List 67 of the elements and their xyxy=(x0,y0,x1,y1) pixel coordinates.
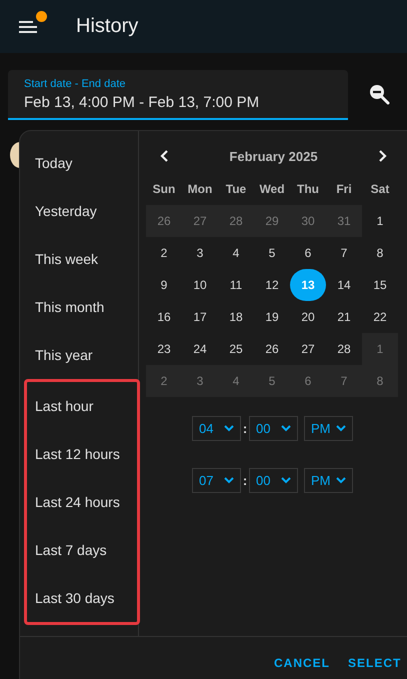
weekday-label: Sun xyxy=(152,181,176,198)
calendar-day[interactable]: 6 xyxy=(293,238,323,268)
page-title: History xyxy=(76,15,138,38)
menu-icon xyxy=(19,18,39,34)
weekday-label: Thu xyxy=(296,181,320,198)
cancel-button[interactable]: CANCEL xyxy=(268,652,336,674)
calendar-day[interactable]: 11 xyxy=(221,270,251,300)
range-option[interactable]: Last 12 hours xyxy=(27,430,137,478)
range-option[interactable]: Today xyxy=(20,139,138,187)
chevron-down-icon xyxy=(281,424,291,432)
range-option[interactable]: This month xyxy=(20,283,138,331)
minute-select[interactable]: 00 xyxy=(249,416,298,440)
calendar-day[interactable]: 7 xyxy=(329,238,359,268)
calendar-day[interactable]: 16 xyxy=(149,302,179,332)
time-separator: : xyxy=(242,420,248,436)
range-option[interactable]: Yesterday xyxy=(20,187,138,235)
calendar-day[interactable]: 12 xyxy=(257,270,287,300)
range-option[interactable]: Last 30 days xyxy=(27,574,137,622)
calendar-day[interactable]: 22 xyxy=(365,302,395,332)
range-option[interactable]: This week xyxy=(20,235,138,283)
field-value: Feb 13, 4:00 PM - Feb 13, 7:00 PM xyxy=(24,94,260,110)
chevron-down-icon xyxy=(336,424,346,432)
select-button[interactable]: SELECT xyxy=(342,652,407,674)
calendar-day[interactable]: 21 xyxy=(329,302,359,332)
calendar-day[interactable]: 1 xyxy=(365,206,395,236)
calendar-day[interactable]: 5 xyxy=(257,238,287,268)
calendar-day[interactable]: 23 xyxy=(149,334,179,364)
chevron-down-icon xyxy=(224,476,234,484)
calendar-day[interactable]: 17 xyxy=(185,302,215,332)
calendar-day[interactable]: 10 xyxy=(185,270,215,300)
month-title: February 2025 xyxy=(229,148,318,164)
chevron-down-icon xyxy=(336,476,346,484)
chevron-down-icon xyxy=(281,476,291,484)
period-select[interactable]: PM xyxy=(304,468,353,492)
calendar-day[interactable]: 28 xyxy=(329,334,359,364)
date-range-field[interactable]: Start date - End date Feb 13, 4:00 PM - Feb 13, 7:00 PM xyxy=(8,70,348,120)
hour-select[interactable]: 07 xyxy=(192,468,241,492)
calendar-day[interactable]: 3 xyxy=(185,238,215,268)
chevron-down-icon xyxy=(224,424,234,432)
weekday-label: Wed xyxy=(258,181,286,198)
field-label: Start date - End date xyxy=(24,78,127,90)
zoom-out-icon[interactable] xyxy=(368,83,392,107)
range-option[interactable]: Last 24 hours xyxy=(27,478,137,526)
weekday-label: Fri xyxy=(335,181,353,198)
calendar-day[interactable]: 14 xyxy=(329,270,359,300)
calendar-day[interactable]: 9 xyxy=(149,270,179,300)
weekday-label: Tue xyxy=(224,181,248,198)
period-select[interactable]: PM xyxy=(304,416,353,440)
calendar-day[interactable]: 4 xyxy=(221,238,251,268)
calendar-day[interactable]: 27 xyxy=(293,334,323,364)
calendar-day[interactable]: 19 xyxy=(257,302,287,332)
calendar-day[interactable]: 8 xyxy=(365,238,395,268)
calendar-day[interactable]: 2 xyxy=(149,238,179,268)
range-option[interactable]: Last hour xyxy=(27,382,137,430)
calendar-day[interactable]: 25 xyxy=(221,334,251,364)
weekday-label: Sat xyxy=(370,181,390,198)
calendar-day[interactable]: 18 xyxy=(221,302,251,332)
weekday-label: Mon xyxy=(186,181,214,198)
calendar-day[interactable]: 24 xyxy=(185,334,215,364)
minute-select[interactable]: 00 xyxy=(249,468,298,492)
calendar-day[interactable]: 26 xyxy=(257,334,287,364)
range-option[interactable]: Last 7 days xyxy=(27,526,137,574)
range-option[interactable]: This year xyxy=(20,331,138,379)
time-separator: : xyxy=(242,472,248,488)
hour-select[interactable]: 04 xyxy=(192,416,241,440)
calendar-day[interactable]: 15 xyxy=(365,270,395,300)
calendar-day[interactable]: 20 xyxy=(293,302,323,332)
